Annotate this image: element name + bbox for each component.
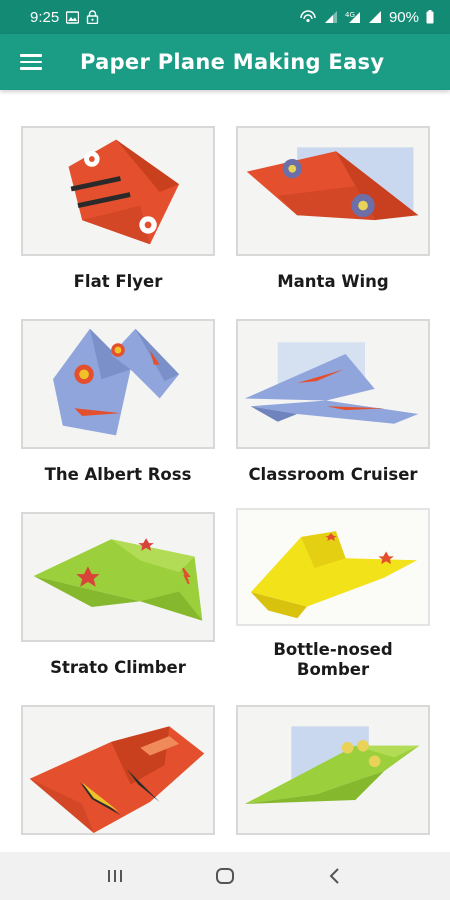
hotspot-icon <box>300 10 316 23</box>
recents-icon[interactable] <box>95 856 135 896</box>
plane-image <box>21 319 215 449</box>
plane-image <box>236 705 430 835</box>
plane-card-bottle-nosed-bomber[interactable]: Bottle-nosed Bomber <box>236 508 430 680</box>
plane-label: The Albert Ross <box>44 465 192 484</box>
plane-label: Strato Climber <box>50 658 186 677</box>
lock-icon <box>87 10 99 24</box>
plane-label: Classroom Cruiser <box>248 465 418 484</box>
status-left: 9:25 <box>30 9 99 26</box>
status-right: 4G 90% <box>299 9 434 26</box>
image-icon <box>66 10 80 24</box>
plane-card-manta-wing[interactable]: Manta Wing <box>236 126 430 292</box>
plane-card-strato-climber[interactable]: Strato Climber <box>21 512 215 678</box>
plane-card-the-albert-ross[interactable]: The Albert Ross <box>21 319 215 485</box>
paper-plane-illustration <box>250 531 418 619</box>
app-title: Paper Plane Making Easy <box>80 50 385 74</box>
battery-icon <box>426 10 434 24</box>
plane-image <box>236 508 430 626</box>
plane-card-classroom-cruiser[interactable]: Classroom Cruiser <box>236 319 430 485</box>
plane-grid: Flat Flyer Manta Wing The Albert Ross Cl… <box>0 90 450 852</box>
plane-label: Manta Wing <box>277 272 389 291</box>
paper-plane-illustration <box>244 342 419 424</box>
plane-label: Bottle-nosed Bomber <box>273 640 393 679</box>
plane-image <box>21 512 215 642</box>
hamburger-menu-icon[interactable] <box>20 50 50 74</box>
plane-card-7[interactable] <box>21 705 215 835</box>
app-bar: Paper Plane Making Easy <box>0 34 450 90</box>
home-icon[interactable] <box>205 856 245 896</box>
plane-card-flat-flyer[interactable]: Flat Flyer <box>21 126 215 292</box>
system-nav-bar <box>0 852 450 900</box>
plane-image <box>236 126 430 256</box>
paper-plane-illustration <box>246 147 419 221</box>
status-time: 9:25 <box>30 8 60 26</box>
plane-card-8[interactable] <box>236 705 430 835</box>
paper-plane-illustration <box>33 538 203 621</box>
paper-plane-illustration <box>68 139 180 245</box>
paper-plane-illustration <box>29 726 205 833</box>
signal-icon-2 <box>368 11 381 23</box>
svg-text:4G: 4G <box>345 11 355 19</box>
status-bar: 9:25 4G 90% <box>0 0 450 34</box>
plane-image <box>21 705 215 835</box>
back-icon[interactable] <box>315 856 355 896</box>
battery-percent: 90% <box>388 8 419 26</box>
plane-label: Flat Flyer <box>73 272 163 291</box>
paper-plane-illustration <box>53 328 180 436</box>
plane-image <box>236 319 430 449</box>
data-signal-icon: 4G <box>345 11 360 23</box>
paper-plane-illustration <box>244 726 420 804</box>
plane-image <box>21 126 215 256</box>
signal-icon <box>324 11 337 23</box>
